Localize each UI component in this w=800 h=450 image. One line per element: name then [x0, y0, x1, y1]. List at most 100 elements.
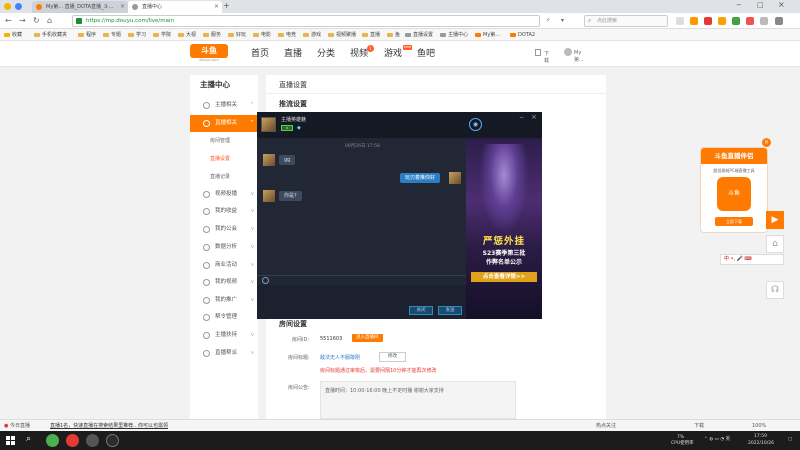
avatar[interactable] — [564, 48, 572, 56]
app-terminal-icon[interactable] — [86, 434, 99, 447]
shield-icon[interactable] — [732, 17, 740, 25]
bell-icon[interactable] — [718, 17, 726, 25]
bookmark-item[interactable]: DOTA2 — [510, 30, 535, 40]
new-tab-icon[interactable]: + — [223, 1, 230, 11]
download-link[interactable]: 下载 — [544, 50, 549, 64]
downloads-status[interactable]: 下载 — [694, 421, 704, 431]
forward-icon[interactable]: → — [19, 15, 26, 27]
bookmark-item[interactable]: 电影 — [253, 30, 271, 40]
tab-live-center[interactable]: 直播中心 × — [128, 1, 222, 13]
sidebar-sub-room-manage[interactable]: 房间管理 — [190, 133, 258, 150]
home-side-icon[interactable]: ⌂ — [766, 235, 784, 253]
nav-home[interactable]: 首页 — [251, 47, 269, 61]
home-nav-icon[interactable]: ⌂ — [47, 15, 52, 27]
ad-details-button[interactable]: 点击查看详情>> — [471, 272, 537, 282]
sidebar-item-guild[interactable]: 我的公会 v — [190, 221, 258, 238]
app-netease-icon[interactable] — [66, 434, 79, 447]
app-360-icon[interactable] — [46, 434, 59, 447]
bookmark-item[interactable]: 程序 — [78, 30, 96, 40]
close-tab-icon[interactable]: × — [120, 1, 125, 13]
grid-icon[interactable] — [676, 17, 684, 25]
bookmark-item[interactable]: 收藏 — [4, 30, 22, 40]
pin-icon[interactable] — [704, 17, 712, 25]
phone-icon[interactable] — [535, 49, 541, 56]
chat-close-button[interactable]: 关闭 — [409, 306, 433, 315]
address-bar[interactable]: https://mp.douyu.com/live/main — [72, 15, 540, 27]
sidebar-item-promotion[interactable]: 我的推广 v — [190, 292, 258, 309]
close-tab-icon[interactable]: × — [214, 1, 219, 13]
dropdown-icon[interactable]: ▾ — [561, 15, 564, 27]
sidebar-item-crew[interactable]: 直播帮派 v — [190, 345, 258, 362]
app-dota-icon[interactable] — [106, 434, 119, 447]
live-today-link[interactable]: ● 今日直播 — [4, 421, 30, 431]
user-name[interactable]: My第... — [574, 50, 584, 63]
promo-download-button[interactable]: 立即下载 — [715, 217, 753, 226]
edit-title-button[interactable]: 修改 — [379, 352, 406, 362]
news-ticker[interactable]: 直播1名，快速直播在搜索结果里推荐...你可以也需领 — [50, 421, 240, 431]
notification-icon[interactable]: ▢ — [788, 437, 792, 443]
play-icon[interactable]: ▶ — [766, 211, 784, 229]
minimize-window-icon[interactable]: − — [736, 1, 742, 9]
bookmark-item[interactable]: My第... — [475, 30, 500, 40]
sidebar-sub-live-records[interactable]: 直播记录 — [190, 169, 258, 186]
chat-close-icon[interactable]: × — [531, 113, 537, 121]
puzzle-icon[interactable] — [760, 17, 768, 25]
bookmark-item[interactable]: 好玩 — [228, 30, 246, 40]
sidebar-item-analytics[interactable]: 数据分析 v — [190, 239, 258, 256]
sidebar-sub-live-settings[interactable]: 直播设置 — [190, 151, 258, 168]
bookmark-item[interactable]: 服务 — [203, 30, 221, 40]
zoom-level[interactable]: 100% — [752, 421, 766, 431]
bookmark-item[interactable]: 学院 — [153, 30, 171, 40]
tray-icons[interactable]: ⌃ ◍ ▭ ◔ 英 — [704, 437, 730, 443]
sidebar-item-business[interactable]: 商业活动 v — [190, 257, 258, 274]
clock-date[interactable]: 2022/10/26 — [748, 441, 774, 447]
reload-icon[interactable]: ↻ — [33, 15, 40, 27]
menu-icon[interactable] — [775, 17, 783, 25]
extension-icon[interactable] — [690, 17, 698, 25]
announcement-textarea[interactable]: 直播时间：10:00-16:00 晚上不定时播 谢谢大家支持 — [320, 381, 516, 419]
close-window-icon[interactable]: × — [778, 0, 785, 9]
nav-video[interactable]: 视频 1 — [350, 45, 375, 61]
bookmark-item[interactable]: 电竞 — [278, 30, 296, 40]
chat-minimize-icon[interactable]: − — [519, 114, 524, 121]
back-icon[interactable]: ← — [5, 15, 12, 27]
clock-time[interactable]: 17:59 — [754, 434, 767, 440]
bookmark-item[interactable]: 主播中心 — [440, 30, 468, 40]
windows-start-icon[interactable] — [6, 436, 15, 445]
nav-fish-bar[interactable]: 鱼吧 — [417, 47, 435, 61]
sidebar-item-my-videos[interactable]: 我的视频 v — [190, 274, 258, 291]
emoji-icon[interactable] — [262, 277, 269, 284]
chat-ad-banner[interactable]: 严惩外挂 S23赛季第三批 作弊名单公示 点击查看详情>> — [466, 138, 542, 319]
chat-send-button[interactable]: 发送 — [438, 306, 462, 315]
home-icon[interactable] — [15, 3, 22, 10]
bookmark-item[interactable]: 视频聚播 — [328, 30, 356, 40]
sidebar-item-video[interactable]: 视频投播 v — [190, 186, 258, 203]
gamepad-icon[interactable]: ◉ — [469, 118, 482, 131]
douyu-logo[interactable]: 斗鱼 douyu.com — [190, 44, 228, 64]
sidebar-item-support[interactable]: 主播扶持 v — [190, 327, 258, 344]
sidebar-item-live-related[interactable]: 直播相关 ^ — [190, 115, 258, 132]
headset-icon[interactable]: ☊ — [766, 281, 784, 299]
bookmark-item[interactable]: 手机收藏夹 — [34, 30, 67, 40]
sidebar-item-income[interactable]: 我的收益 v — [190, 203, 258, 220]
bookmark-item[interactable]: 直播 — [362, 30, 380, 40]
bookmark-item[interactable]: 鱼 — [387, 30, 400, 40]
search-input[interactable]: ⌕ 点此搜索 — [584, 15, 668, 27]
close-promo-icon[interactable]: × — [762, 138, 771, 147]
nav-category[interactable]: 分类 — [317, 47, 335, 61]
hot-topics[interactable]: 热点关注 — [596, 421, 616, 431]
bookmark-item[interactable]: 游戏 — [303, 30, 321, 40]
enter-room-button[interactable]: 进入直播间 — [352, 334, 383, 342]
bookmark-item[interactable]: 专题 — [103, 30, 121, 40]
maximize-window-icon[interactable]: □ — [757, 1, 764, 9]
bookmark-item[interactable]: 学习 — [128, 30, 146, 40]
download-icon[interactable] — [746, 17, 754, 25]
chat-input[interactable] — [257, 285, 466, 319]
nav-live[interactable]: 直播 — [284, 47, 302, 61]
promo-card[interactable]: 斗鱼直播伴侣 超低损耗PC端直播工具 斗鱼 立即下载 — [700, 147, 768, 233]
sidebar-item-token[interactable]: 帮令管理 — [190, 309, 258, 326]
sidebar-item-anchor-related[interactable]: 主播相关 ^ — [190, 97, 258, 114]
chat-avatar[interactable] — [261, 117, 276, 132]
nav-game[interactable]: 游戏 new — [384, 45, 413, 61]
bookmark-item[interactable]: 直播设置 — [405, 30, 433, 40]
